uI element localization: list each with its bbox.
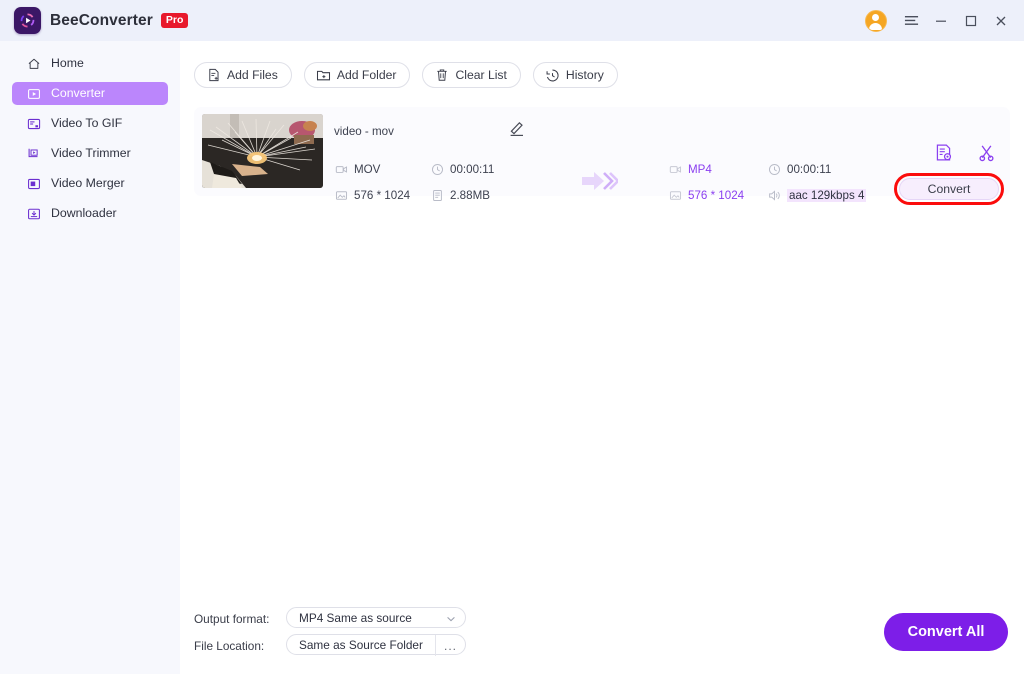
clear-list-label: Clear List: [455, 68, 507, 82]
hamburger-menu-icon[interactable]: [896, 0, 926, 41]
toolbar: Add Files Add Folder Clear List History: [194, 62, 618, 88]
pro-badge: Pro: [160, 12, 189, 29]
converter-play-icon: [26, 86, 42, 102]
convert-all-button[interactable]: Convert All: [884, 613, 1008, 651]
video-merger-icon: [26, 176, 42, 192]
resolution-icon: [334, 188, 348, 202]
scissors-trim-icon[interactable]: [977, 143, 996, 162]
trash-icon: [434, 68, 449, 83]
brand: BeeConverter Pro: [0, 7, 189, 34]
source-format-value: MOV: [354, 162, 381, 176]
file-location-value: Same as Source Folder: [299, 637, 423, 652]
history-button[interactable]: History: [532, 62, 618, 88]
add-file-icon: [206, 68, 221, 83]
clear-list-button[interactable]: Clear List: [422, 62, 521, 88]
pencil-edit-icon[interactable]: [508, 119, 526, 137]
sidebar-item-label: Converter: [51, 86, 105, 101]
target-audio-value: aac 129kbps 4: [787, 188, 867, 202]
history-label: History: [565, 68, 604, 82]
output-format-label: Output format:: [194, 612, 270, 626]
add-folder-label: Add Folder: [336, 68, 397, 82]
ellipsis-browse-icon[interactable]: ...: [435, 635, 465, 656]
chevron-down-icon: [446, 613, 456, 623]
convert-button-label: Convert: [927, 182, 971, 196]
video-format-icon: [334, 162, 348, 176]
target-duration-value: 00:00:11: [787, 162, 832, 176]
file-size-icon: [430, 188, 444, 202]
main-content: Add Files Add Folder Clear List History …: [180, 41, 1024, 674]
output-settings-icon[interactable]: [934, 143, 953, 162]
source-filesize-value: 2.88MB: [450, 188, 490, 202]
sidebar-item-label: Downloader: [51, 206, 117, 221]
sidebar: Home Converter Video To GIF Video Trimme…: [0, 41, 180, 674]
output-format-select[interactable]: MP4 Same as source: [286, 607, 466, 628]
sidebar-item-downloader[interactable]: Downloader: [12, 202, 168, 225]
source-resolution: 576 * 1024: [334, 188, 410, 202]
app-title: BeeConverter: [50, 11, 153, 29]
add-folder-button[interactable]: Add Folder: [303, 62, 411, 88]
sidebar-item-converter[interactable]: Converter: [12, 82, 168, 105]
file-list-item[interactable]: video - mov MOV 00:00:11 576 * 1024 2.88…: [194, 107, 1010, 205]
speaker-icon: [767, 188, 781, 202]
source-resolution-value: 576 * 1024: [354, 188, 411, 202]
source-duration: 00:00:11: [430, 162, 494, 176]
sidebar-item-label: Video Trimmer: [51, 146, 131, 161]
output-format-value: MP4 Same as source: [299, 610, 412, 625]
convert-all-label: Convert All: [907, 624, 985, 640]
source-duration-value: 00:00:11: [450, 162, 495, 176]
clock-icon: [430, 162, 444, 176]
sidebar-item-video-merger[interactable]: Video Merger: [12, 172, 168, 195]
target-resolution: 576 * 1024: [668, 188, 744, 202]
sidebar-item-label: Video Merger: [51, 176, 125, 191]
user-avatar-icon[interactable]: [865, 9, 887, 32]
video-thumbnail-preview[interactable]: [202, 114, 323, 188]
row-actions: [934, 143, 996, 162]
bee-converter-logo-icon: [14, 7, 41, 34]
add-folder-icon: [316, 68, 331, 83]
add-files-label: Add Files: [227, 68, 278, 82]
source-filesize: 2.88MB: [430, 188, 490, 202]
home-icon: [26, 56, 42, 72]
title-bar: BeeConverter Pro: [0, 0, 1024, 41]
sidebar-item-label: Video To GIF: [51, 116, 123, 131]
maximize-icon[interactable]: [956, 0, 986, 41]
target-resolution-value: 576 * 1024: [688, 188, 745, 202]
clock-icon: [767, 162, 781, 176]
video-to-gif-icon: [26, 116, 42, 132]
add-files-button[interactable]: Add Files: [194, 62, 292, 88]
minimize-icon[interactable]: [926, 0, 956, 41]
source-format: MOV: [334, 162, 380, 176]
sidebar-item-home[interactable]: Home: [12, 52, 168, 75]
history-clock-icon: [545, 68, 560, 83]
target-format: MP4: [668, 162, 712, 176]
file-location-label: File Location:: [194, 639, 265, 653]
file-location-field[interactable]: Same as Source Folder ...: [286, 634, 466, 656]
sidebar-item-video-trimmer[interactable]: Video Trimmer: [12, 142, 168, 165]
close-icon[interactable]: [986, 0, 1016, 41]
target-audio: aac 129kbps 4: [767, 188, 867, 202]
video-trimmer-icon: [26, 146, 42, 162]
video-format-icon: [668, 162, 682, 176]
target-format-value: MP4: [688, 162, 712, 176]
file-name: video - mov: [334, 125, 394, 138]
sidebar-item-video-to-gif[interactable]: Video To GIF: [12, 112, 168, 135]
target-duration: 00:00:11: [767, 162, 831, 176]
convert-button-highlight: Convert: [894, 173, 1004, 205]
app-window: BeeConverter Pro Home Converter Video To…: [0, 0, 1024, 674]
convert-arrow-icon: [582, 170, 620, 192]
sidebar-item-label: Home: [51, 56, 84, 71]
download-icon: [26, 206, 42, 222]
resolution-icon: [668, 188, 682, 202]
convert-button[interactable]: Convert: [899, 178, 999, 200]
window-controls: [865, 0, 1024, 41]
